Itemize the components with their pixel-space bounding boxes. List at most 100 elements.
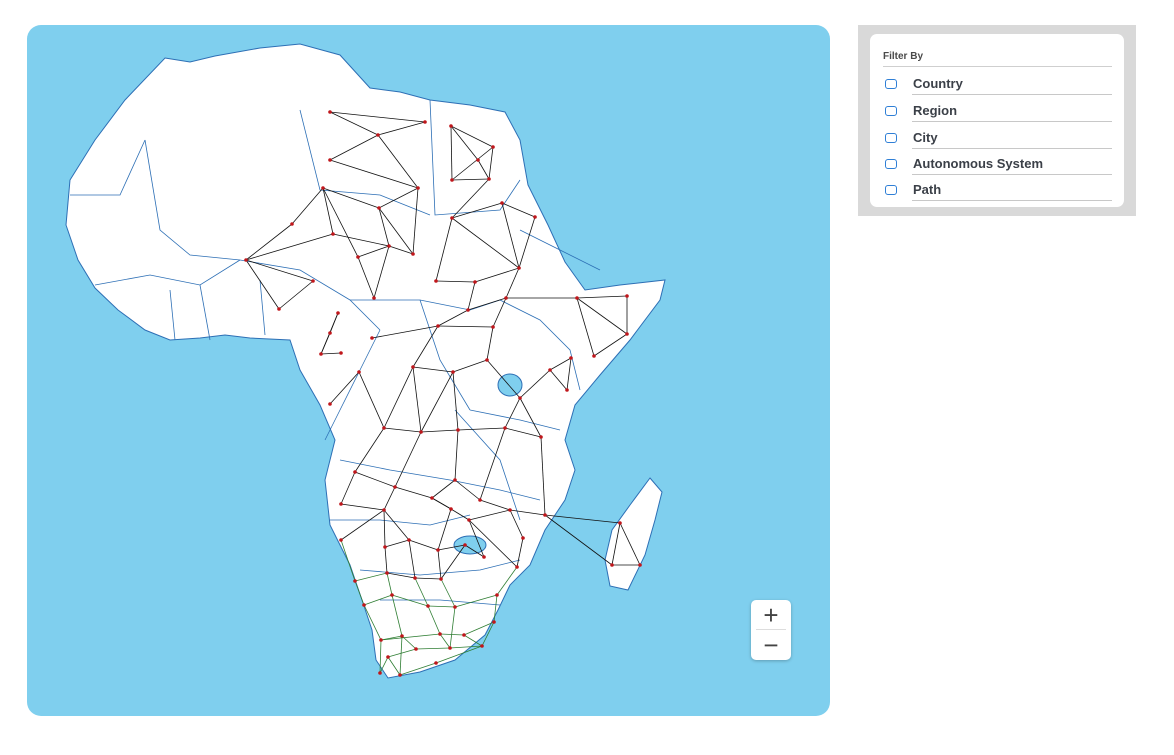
network-node[interactable] xyxy=(592,354,596,358)
network-node[interactable] xyxy=(277,307,281,311)
network-node[interactable] xyxy=(319,352,323,356)
network-node[interactable] xyxy=(462,633,466,637)
network-node[interactable] xyxy=(500,201,504,205)
network-node[interactable] xyxy=(543,513,547,517)
network-node[interactable] xyxy=(565,388,569,392)
network-node[interactable] xyxy=(328,158,332,162)
network-node[interactable] xyxy=(339,538,343,542)
checkbox[interactable] xyxy=(885,185,897,195)
checkbox[interactable] xyxy=(885,159,897,169)
network-node[interactable] xyxy=(430,496,434,500)
network-node[interactable] xyxy=(482,555,486,559)
network-node[interactable] xyxy=(456,428,460,432)
network-node[interactable] xyxy=(436,548,440,552)
network-node[interactable] xyxy=(383,545,387,549)
checkbox[interactable] xyxy=(885,79,897,89)
filter-option-autonomous-system[interactable]: Autonomous System xyxy=(885,156,1115,176)
network-node[interactable] xyxy=(434,661,438,665)
network-node[interactable] xyxy=(426,604,430,608)
network-node[interactable] xyxy=(439,577,443,581)
network-node[interactable] xyxy=(449,124,453,128)
network-node[interactable] xyxy=(411,365,415,369)
network-node[interactable] xyxy=(414,647,418,651)
network-node[interactable] xyxy=(398,673,402,677)
network-node[interactable] xyxy=(311,279,315,283)
network-node[interactable] xyxy=(451,370,455,374)
network-node[interactable] xyxy=(434,279,438,283)
filter-option-city[interactable]: City xyxy=(885,130,1115,150)
network-node[interactable] xyxy=(382,426,386,430)
network-node[interactable] xyxy=(379,638,383,642)
network-node[interactable] xyxy=(575,296,579,300)
filter-option-region[interactable]: Region xyxy=(885,103,1115,123)
map-view[interactable]: + − xyxy=(27,25,830,716)
network-node[interactable] xyxy=(467,518,471,522)
network-node[interactable] xyxy=(504,296,508,300)
network-node[interactable] xyxy=(438,632,442,636)
network-node[interactable] xyxy=(517,266,521,270)
network-node[interactable] xyxy=(548,368,552,372)
network-node[interactable] xyxy=(453,478,457,482)
network-node[interactable] xyxy=(357,370,361,374)
network-node[interactable] xyxy=(390,593,394,597)
network-node[interactable] xyxy=(400,634,404,638)
network-node[interactable] xyxy=(382,508,386,512)
network-node[interactable] xyxy=(487,177,491,181)
network-node[interactable] xyxy=(478,498,482,502)
network-node[interactable] xyxy=(321,186,325,190)
network-node[interactable] xyxy=(485,358,489,362)
network-node[interactable] xyxy=(244,258,248,262)
network-node[interactable] xyxy=(328,402,332,406)
network-node[interactable] xyxy=(331,232,335,236)
network-node[interactable] xyxy=(370,336,374,340)
network-node[interactable] xyxy=(449,507,453,511)
network-node[interactable] xyxy=(353,470,357,474)
network-node[interactable] xyxy=(362,603,366,607)
network-node[interactable] xyxy=(450,216,454,220)
network-node[interactable] xyxy=(328,110,332,114)
network-node[interactable] xyxy=(539,435,543,439)
network-node[interactable] xyxy=(495,593,499,597)
network-node[interactable] xyxy=(508,508,512,512)
network-node[interactable] xyxy=(413,576,417,580)
network-node[interactable] xyxy=(492,620,496,624)
network-node[interactable] xyxy=(503,426,507,430)
network-node[interactable] xyxy=(436,324,440,328)
network-node[interactable] xyxy=(463,543,467,547)
network-node[interactable] xyxy=(638,563,642,567)
filter-option-path[interactable]: Path xyxy=(885,182,1115,202)
filter-option-country[interactable]: Country xyxy=(885,76,1115,96)
network-node[interactable] xyxy=(386,655,390,659)
network-node[interactable] xyxy=(476,158,480,162)
network-node[interactable] xyxy=(372,296,376,300)
network-node[interactable] xyxy=(377,206,381,210)
network-node[interactable] xyxy=(416,186,420,190)
network-node[interactable] xyxy=(533,215,537,219)
network-node[interactable] xyxy=(328,331,332,335)
checkbox[interactable] xyxy=(885,106,897,116)
network-node[interactable] xyxy=(385,571,389,575)
network-node[interactable] xyxy=(450,178,454,182)
network-node[interactable] xyxy=(353,579,357,583)
network-node[interactable] xyxy=(393,485,397,489)
africa-map[interactable] xyxy=(27,25,830,716)
network-node[interactable] xyxy=(378,671,382,675)
network-node[interactable] xyxy=(618,521,622,525)
zoom-in-button[interactable]: + xyxy=(751,600,791,629)
network-node[interactable] xyxy=(480,644,484,648)
network-node[interactable] xyxy=(491,325,495,329)
network-node[interactable] xyxy=(356,255,360,259)
network-node[interactable] xyxy=(387,244,391,248)
network-node[interactable] xyxy=(411,252,415,256)
network-node[interactable] xyxy=(339,502,343,506)
network-node[interactable] xyxy=(453,605,457,609)
network-node[interactable] xyxy=(569,356,573,360)
network-node[interactable] xyxy=(521,536,525,540)
network-node[interactable] xyxy=(625,332,629,336)
network-node[interactable] xyxy=(336,311,340,315)
network-node[interactable] xyxy=(376,133,380,137)
network-node[interactable] xyxy=(515,565,519,569)
network-node[interactable] xyxy=(448,646,452,650)
network-node[interactable] xyxy=(473,280,477,284)
network-node[interactable] xyxy=(423,120,427,124)
